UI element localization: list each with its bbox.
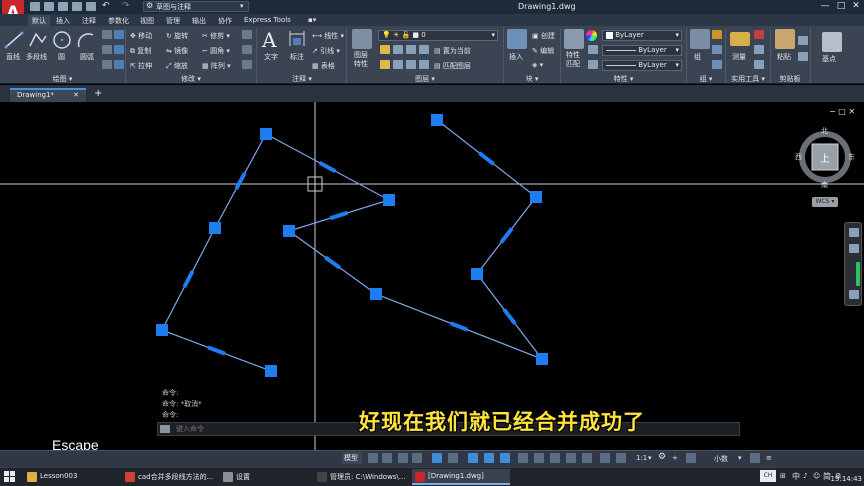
- units-display[interactable]: 小数: [714, 454, 728, 464]
- ime-indicator[interactable]: CH: [760, 470, 776, 482]
- infer-icon[interactable]: [398, 453, 408, 463]
- midpoint-grip[interactable]: [502, 308, 517, 325]
- viewcube-north[interactable]: 北: [821, 126, 828, 136]
- terminal-icon: [317, 472, 327, 482]
- viewcube-top[interactable]: 上: [820, 150, 830, 165]
- taskbar-item-settings[interactable]: 设置: [220, 469, 312, 485]
- ortho-icon[interactable]: [432, 453, 442, 463]
- midpoint-grip[interactable]: [478, 151, 495, 166]
- workspace-gear-icon[interactable]: ⚙: [658, 452, 666, 462]
- viewcube-west[interactable]: 西: [795, 152, 802, 162]
- vertex-grip[interactable]: [156, 324, 168, 336]
- crosshair-cursor: [0, 102, 864, 450]
- zoom-slider[interactable]: [856, 262, 860, 286]
- taskbar-item-cmd[interactable]: 管理员: C:\Windows\...: [314, 469, 410, 485]
- ime-mode[interactable]: 中: [792, 471, 800, 482]
- vertex-grip[interactable]: [209, 222, 221, 234]
- ime-punct-icon[interactable]: ♪: [803, 472, 807, 480]
- chevron-down-icon[interactable]: ▾: [648, 454, 652, 462]
- midpoint-grip[interactable]: [499, 227, 514, 244]
- chevron-down-icon[interactable]: ▾: [738, 454, 742, 462]
- vertex-grip[interactable]: [530, 191, 542, 203]
- taskbar-item-autocad[interactable]: [Drawing1.dwg]: [412, 469, 510, 485]
- isolate-objects-icon[interactable]: [686, 453, 696, 463]
- vertex-grip[interactable]: [260, 128, 272, 140]
- taskbar-item-lesson003[interactable]: Lesson003: [24, 469, 120, 485]
- quick-properties-icon[interactable]: [750, 453, 760, 463]
- grid-icon[interactable]: [368, 453, 378, 463]
- polar-icon[interactable]: [448, 453, 458, 463]
- browser-icon: [125, 472, 135, 482]
- dynamic-input-icon[interactable]: [412, 453, 422, 463]
- orbit-icon[interactable]: [849, 290, 859, 299]
- object-snap-icon[interactable]: [500, 453, 510, 463]
- midpoint-grip[interactable]: [318, 160, 337, 174]
- clock[interactable]: 19:14:43: [810, 475, 862, 483]
- taskbar-item-browser[interactable]: cad合并多段线方法的...: [122, 469, 218, 485]
- wcs-dropdown[interactable]: WCS ▾: [812, 197, 838, 207]
- vertex-grip[interactable]: [383, 194, 395, 206]
- vertex-grip[interactable]: [265, 365, 277, 377]
- hamburger-menu-icon[interactable]: ≡: [766, 454, 772, 462]
- auto-scale-icon[interactable]: [616, 453, 626, 463]
- midpoint-grip[interactable]: [324, 255, 341, 270]
- viewcube-east[interactable]: 东: [848, 152, 855, 162]
- 3d-osnap-icon[interactable]: [566, 453, 576, 463]
- midpoint-grip[interactable]: [207, 345, 226, 356]
- selection-cycling-icon[interactable]: [550, 453, 560, 463]
- midpoint-grip[interactable]: [449, 321, 469, 332]
- polyline-merged: [265, 119, 544, 361]
- vertex-grip[interactable]: [471, 268, 483, 280]
- transparency-icon[interactable]: [534, 453, 544, 463]
- dynamic-ucs-icon[interactable]: [582, 453, 592, 463]
- vertex-grip[interactable]: [283, 225, 295, 237]
- vertex-grip[interactable]: [536, 353, 548, 365]
- midpoint-grip[interactable]: [182, 270, 195, 288]
- lineweight-status-icon[interactable]: [518, 453, 528, 463]
- grips: [156, 114, 548, 377]
- windows-start-icon[interactable]: [4, 471, 15, 482]
- autocad-taskbar-icon: [415, 472, 425, 482]
- annotation-visibility-icon[interactable]: [600, 453, 610, 463]
- model-space-button[interactable]: 模型: [342, 452, 362, 464]
- settings-gear-icon: [223, 472, 233, 482]
- vertex-grip[interactable]: [370, 288, 382, 300]
- vertex-grip[interactable]: [431, 114, 443, 126]
- ime-toolbar-icon[interactable]: ⊞: [780, 472, 786, 480]
- pan-icon[interactable]: [849, 244, 859, 253]
- midpoint-grip[interactable]: [234, 172, 247, 190]
- viewcube-south[interactable]: 南: [821, 180, 828, 190]
- object-snap-tracking-icon[interactable]: [484, 453, 494, 463]
- isodraft-icon[interactable]: [468, 453, 478, 463]
- annotation-scale[interactable]: 1:1: [636, 454, 647, 462]
- full-navigation-wheel-icon[interactable]: [849, 228, 859, 237]
- midpoint-grip[interactable]: [329, 210, 349, 221]
- plus-icon[interactable]: +: [672, 454, 678, 462]
- snap-icon[interactable]: [382, 453, 392, 463]
- folder-icon: [27, 472, 37, 482]
- polyline-second: [161, 133, 272, 372]
- command-history-line: 命令:: [162, 389, 179, 397]
